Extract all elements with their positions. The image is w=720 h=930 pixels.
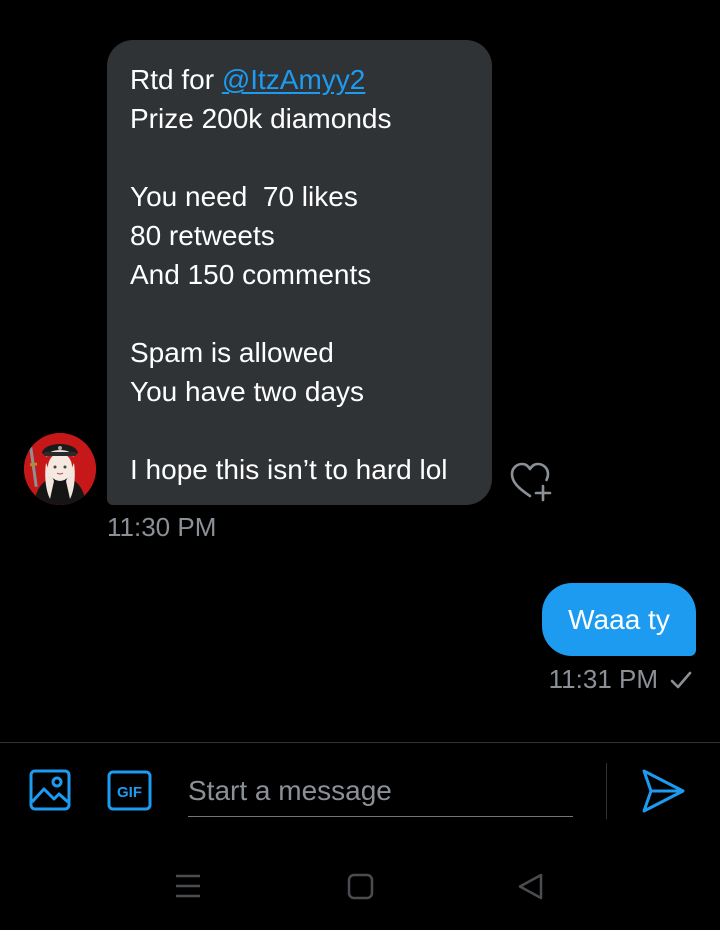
send-icon: [642, 769, 685, 813]
back-icon: [518, 873, 543, 900]
profile-avatar-icon: [24, 433, 96, 505]
checkmark-icon: [670, 671, 692, 688]
add-reaction-button[interactable]: [508, 460, 556, 504]
home-button[interactable]: [347, 873, 374, 900]
send-button[interactable]: [640, 767, 686, 815]
send-separator: [606, 763, 607, 819]
sender-avatar[interactable]: [24, 433, 96, 505]
message-line: [130, 294, 492, 333]
incoming-timestamp: 11:30 PM: [107, 512, 217, 542]
heart-plus-icon: [510, 462, 552, 502]
message-line: Spam is allowed: [130, 337, 334, 368]
message-line: [130, 411, 492, 450]
message-line: And 150 comments: [130, 259, 372, 290]
system-navigation-bar: [0, 838, 720, 930]
gif-label: GIF: [117, 784, 142, 801]
message-line: You have two days: [130, 376, 365, 407]
outgoing-status: 11:31 PM: [549, 664, 692, 695]
add-image-button[interactable]: [29, 769, 71, 811]
menu-icon: [176, 874, 200, 898]
mention-link[interactable]: @ItzAmyy2: [222, 64, 366, 95]
back-button[interactable]: [517, 872, 544, 901]
outgoing-message-text: Waaa ty: [568, 603, 670, 635]
message-line: [130, 138, 492, 177]
message-line: I hope this isn’t to hard lol: [130, 454, 448, 485]
outgoing-timestamp: 11:31 PM: [548, 664, 658, 694]
add-gif-button[interactable]: GIF: [107, 770, 152, 811]
home-icon: [347, 873, 374, 900]
recent-apps-button[interactable]: [174, 873, 202, 899]
incoming-message-row: Rtd for @ItzAmyy2 Prize 200k diamonds Yo…: [0, 0, 720, 560]
message-composer: GIF: [0, 743, 720, 838]
image-icon: [29, 769, 71, 811]
incoming-message-bubble[interactable]: Rtd for @ItzAmyy2 Prize 200k diamonds Yo…: [107, 40, 492, 505]
message-line-prefix: Rtd for: [130, 64, 222, 95]
outgoing-message-bubble[interactable]: Waaa ty: [542, 583, 696, 656]
gif-icon: GIF: [107, 770, 152, 811]
message-line: Rtd for @ItzAmyy2: [130, 60, 492, 99]
message-line: You need 70 likes: [130, 181, 358, 212]
message-line: 80 retweets: [130, 220, 275, 251]
message-input[interactable]: [188, 765, 573, 817]
message-line: Prize 200k diamonds: [130, 103, 392, 134]
